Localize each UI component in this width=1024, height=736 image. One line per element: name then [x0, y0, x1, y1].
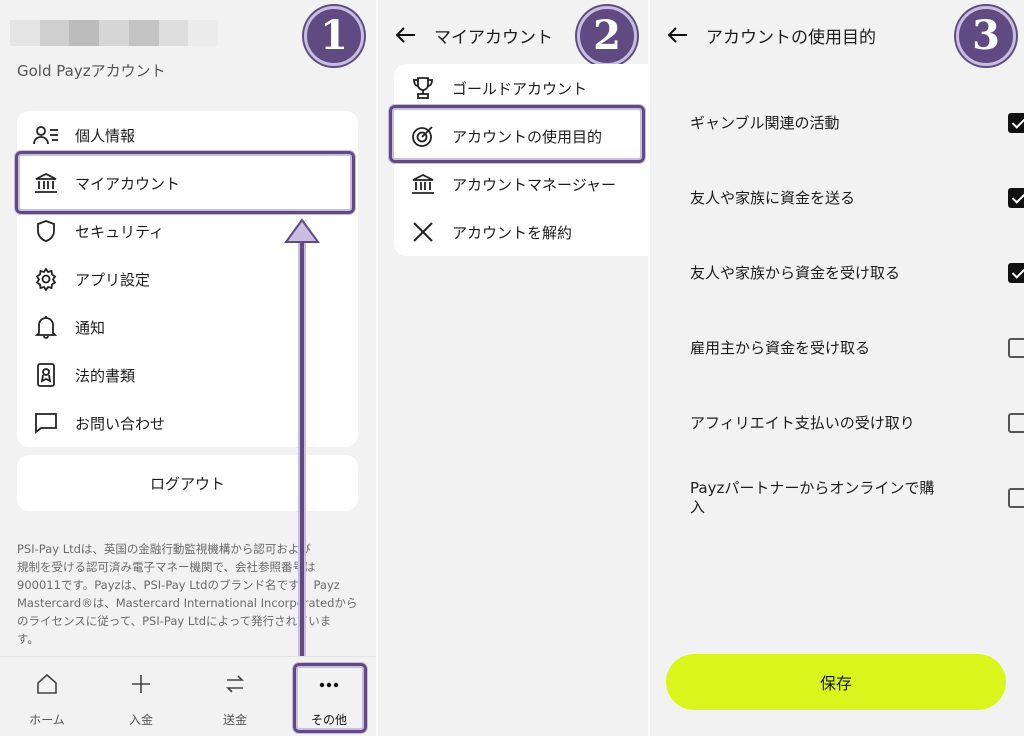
panel-my-account: マイアカウント 2 ゴールドアカウント アカウントの使用目的 アカウントマネージ… — [378, 0, 648, 736]
option-label: Payzパートナーからオンラインで購入 — [690, 479, 935, 516]
logout-button[interactable]: ログアウト — [17, 455, 358, 511]
option-checkbox[interactable] — [1008, 338, 1024, 358]
panel-more-menu: Gold Payzアカウント 1 個人情報 マイアカウント セキュリティ アプリ… — [0, 0, 376, 736]
step-badge-3: 3 — [956, 6, 1016, 66]
legal-line: Mastercard®は、Mastercard International In… — [17, 596, 358, 610]
back-arrow-icon[interactable] — [394, 23, 418, 47]
panel-account-purpose: アカウントの使用目的 3 ギャンブル関連の活動 友人や家族に資金を送る 友人や家… — [650, 0, 1024, 736]
option-label: 友人や家族に資金を送る — [690, 189, 856, 207]
option-checkbox[interactable] — [1008, 263, 1024, 283]
menu-item-notifications[interactable]: 通知 — [17, 303, 358, 351]
option-checkbox[interactable] — [1008, 188, 1024, 208]
chat-icon — [33, 410, 59, 436]
back-arrow-icon[interactable] — [666, 23, 690, 47]
tab-deposit[interactable]: 入金 — [94, 657, 188, 736]
menu-item-close-account[interactable]: アカウントを解約 — [394, 208, 648, 256]
menu-item-label: セキュリティ — [75, 222, 165, 241]
highlight-my-account — [15, 151, 355, 214]
highlight-account-purpose — [389, 105, 645, 163]
home-icon — [36, 673, 58, 699]
menu-item-contact[interactable]: お問い合わせ — [17, 399, 358, 447]
bell-icon — [33, 314, 59, 340]
option-checkbox[interactable] — [1008, 113, 1024, 133]
blurred-account-name — [10, 20, 219, 46]
trophy-icon — [410, 75, 436, 101]
menu-item-legal-documents[interactable]: 法的書類 — [17, 351, 358, 399]
header: アカウントの使用目的 — [666, 20, 876, 50]
bank-icon — [410, 171, 436, 197]
transfer-icon — [224, 673, 246, 699]
profile-list-icon — [33, 122, 59, 148]
tab-label: 送金 — [222, 713, 247, 727]
document-icon — [33, 362, 59, 388]
tab-transfer[interactable]: 送金 — [188, 657, 282, 736]
account-subtitle: Gold Payzアカウント — [17, 62, 166, 80]
guide-arrow-head — [284, 218, 320, 243]
menu-item-account-manager[interactable]: アカウントマネージャー — [394, 160, 648, 208]
step-badge-2: 2 — [577, 6, 637, 66]
save-button[interactable]: 保存 — [666, 654, 1006, 710]
menu-item-label: お問い合わせ — [75, 414, 166, 433]
option-checkbox[interactable] — [1008, 488, 1024, 508]
option-label: 雇用主から資金を受け取る — [690, 339, 871, 357]
menu-item-label: アカウントマネージャー — [452, 176, 616, 194]
legal-disclaimer: PSI-Pay Ltdは、英国の金融行動監視機構から認可および 規制を受ける認可… — [17, 540, 359, 648]
menu-item-label: アプリ設定 — [75, 270, 151, 289]
guide-arrow-shaft — [298, 236, 306, 656]
highlight-more-tab — [293, 663, 367, 733]
menu-item-label: 個人情報 — [75, 126, 136, 145]
menu-item-label: アカウントを解約 — [452, 224, 573, 242]
tab-label: ホーム — [29, 713, 65, 727]
plus-icon — [130, 673, 152, 699]
option-label: ギャンブル関連の活動 — [690, 114, 840, 132]
legal-line: 規制を受ける認可済み電子マネー機関で、会社参照番号は — [17, 560, 316, 574]
legal-line: す。 — [17, 632, 39, 646]
legal-line: 900011です。Payzは、PSI-Pay Ltdのブランド名です。 Payz — [17, 578, 340, 592]
step-badge-1: 1 — [304, 6, 364, 66]
header: マイアカウント — [394, 20, 553, 50]
legal-line: のライセンスに従って、PSI-Pay Ltdによって発行されていま — [17, 614, 332, 628]
option-label: 友人や家族から資金を受け取る — [690, 264, 901, 282]
option-label: アフィリエイト支払いの受け取り — [690, 414, 915, 432]
page-title: マイアカウント — [434, 27, 553, 48]
legal-line: PSI-Pay Ltdは、英国の金融行動監視機構から認可および — [17, 542, 311, 556]
tab-home[interactable]: ホーム — [0, 657, 94, 736]
option-checkbox[interactable] — [1008, 413, 1024, 433]
menu-item-label: ゴールドアカウント — [452, 80, 588, 98]
page-title: アカウントの使用目的 — [706, 27, 876, 48]
tab-label: 入金 — [128, 713, 153, 727]
close-icon — [410, 219, 436, 245]
gear-icon — [33, 266, 59, 292]
menu-item-label: 法的書類 — [75, 366, 136, 385]
menu-item-app-settings[interactable]: アプリ設定 — [17, 255, 358, 303]
menu-item-label: 通知 — [75, 318, 106, 337]
shield-icon — [33, 218, 59, 244]
